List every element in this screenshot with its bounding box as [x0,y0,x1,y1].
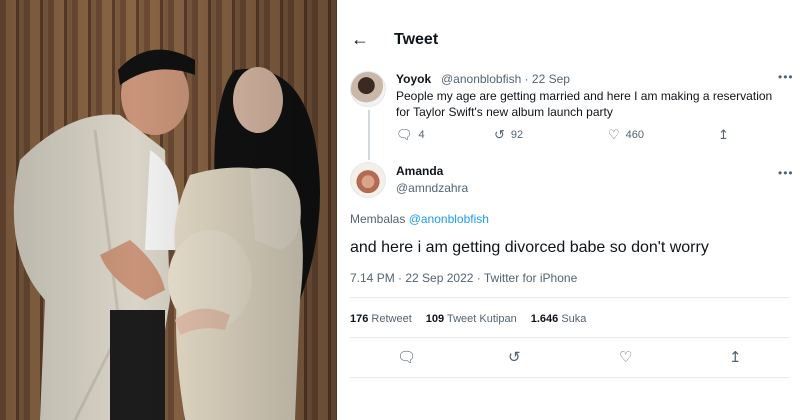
author-handle-time[interactable]: @anonblobfish · 22 Sep [441,72,570,86]
author-name[interactable]: Amanda [396,164,443,178]
replying-prefix: Membalas [350,212,409,226]
more-horizontal-icon[interactable]: ••• [778,166,794,180]
more-horizontal-icon[interactable]: ••• [778,70,794,84]
divider [350,297,790,298]
header: ← Tweet [337,0,800,60]
arrow-left-icon[interactable]: ← [351,30,369,48]
tweet-text: People my age are getting married and he… [396,89,773,119]
tweet-timestamp[interactable]: 7.14 PM · 22 Sep 2022 · Twitter for iPho… [350,271,577,285]
avatar[interactable] [350,71,386,107]
divider [350,377,790,378]
tweet-panel: ← Tweet Yoyok @anonblobfish · 22 Sep •••… [337,0,800,420]
reply-button[interactable]: 🗨 4 [396,127,425,143]
share-icon[interactable]: ↥ [729,348,742,366]
retweet-stat-label: Retweet [371,313,412,325]
quote-stat[interactable]: 109 Tweet Kutipan [426,313,517,325]
reply-count: 4 [418,129,425,141]
reply-icon: 🗨 [396,127,413,142]
retweet-stat-count: 176 [350,313,369,325]
author-name[interactable]: Yoyok [396,72,431,86]
divider [350,337,790,338]
like-stat-label: Suka [561,313,587,325]
photo [0,0,337,420]
like-stat-count: 1.646 [530,313,559,325]
retweet-count: 92 [510,129,524,141]
quote-stat-count: 109 [425,313,445,325]
heart-icon[interactable]: ♡ [619,348,632,366]
photo-shading [0,0,337,420]
like-stat[interactable]: 1.646 Suka [531,313,587,325]
like-button[interactable]: ♡ 460 [608,127,644,143]
thread-connector [368,110,370,160]
replying-to-link[interactable]: @anonblobfish [409,212,489,226]
tweet-text: and here i am getting divorced babe so d… [350,239,709,256]
author-handle[interactable]: @amndzahra [396,181,468,195]
retweet-icon: ↺ [494,127,505,142]
replying-to: Membalas @anonblobfish [350,212,489,226]
reply-icon[interactable]: 🗨 [397,348,416,366]
share-button[interactable]: ↥ [718,127,729,143]
retweet-icon[interactable]: ↺ [508,348,521,366]
like-count: 460 [625,129,645,141]
retweet-stat[interactable]: 176 Retweet [350,313,412,325]
retweet-button[interactable]: ↺ 92 [494,127,523,143]
tweet-actions: 🗨 4 ↺ 92 ♡ 460 ↥ [396,127,766,145]
page-title: Tweet [394,31,439,48]
quote-stat-label: Tweet Kutipan [447,313,517,325]
share-icon: ↥ [718,127,729,142]
avatar[interactable] [350,162,386,198]
heart-icon: ♡ [608,127,620,142]
tweet-actions-bar: 🗨 ↺ ♡ ↥ [337,348,800,368]
tweet-stats: 176 Retweet 109 Tweet Kutipan 1.646 Suka [350,313,586,325]
